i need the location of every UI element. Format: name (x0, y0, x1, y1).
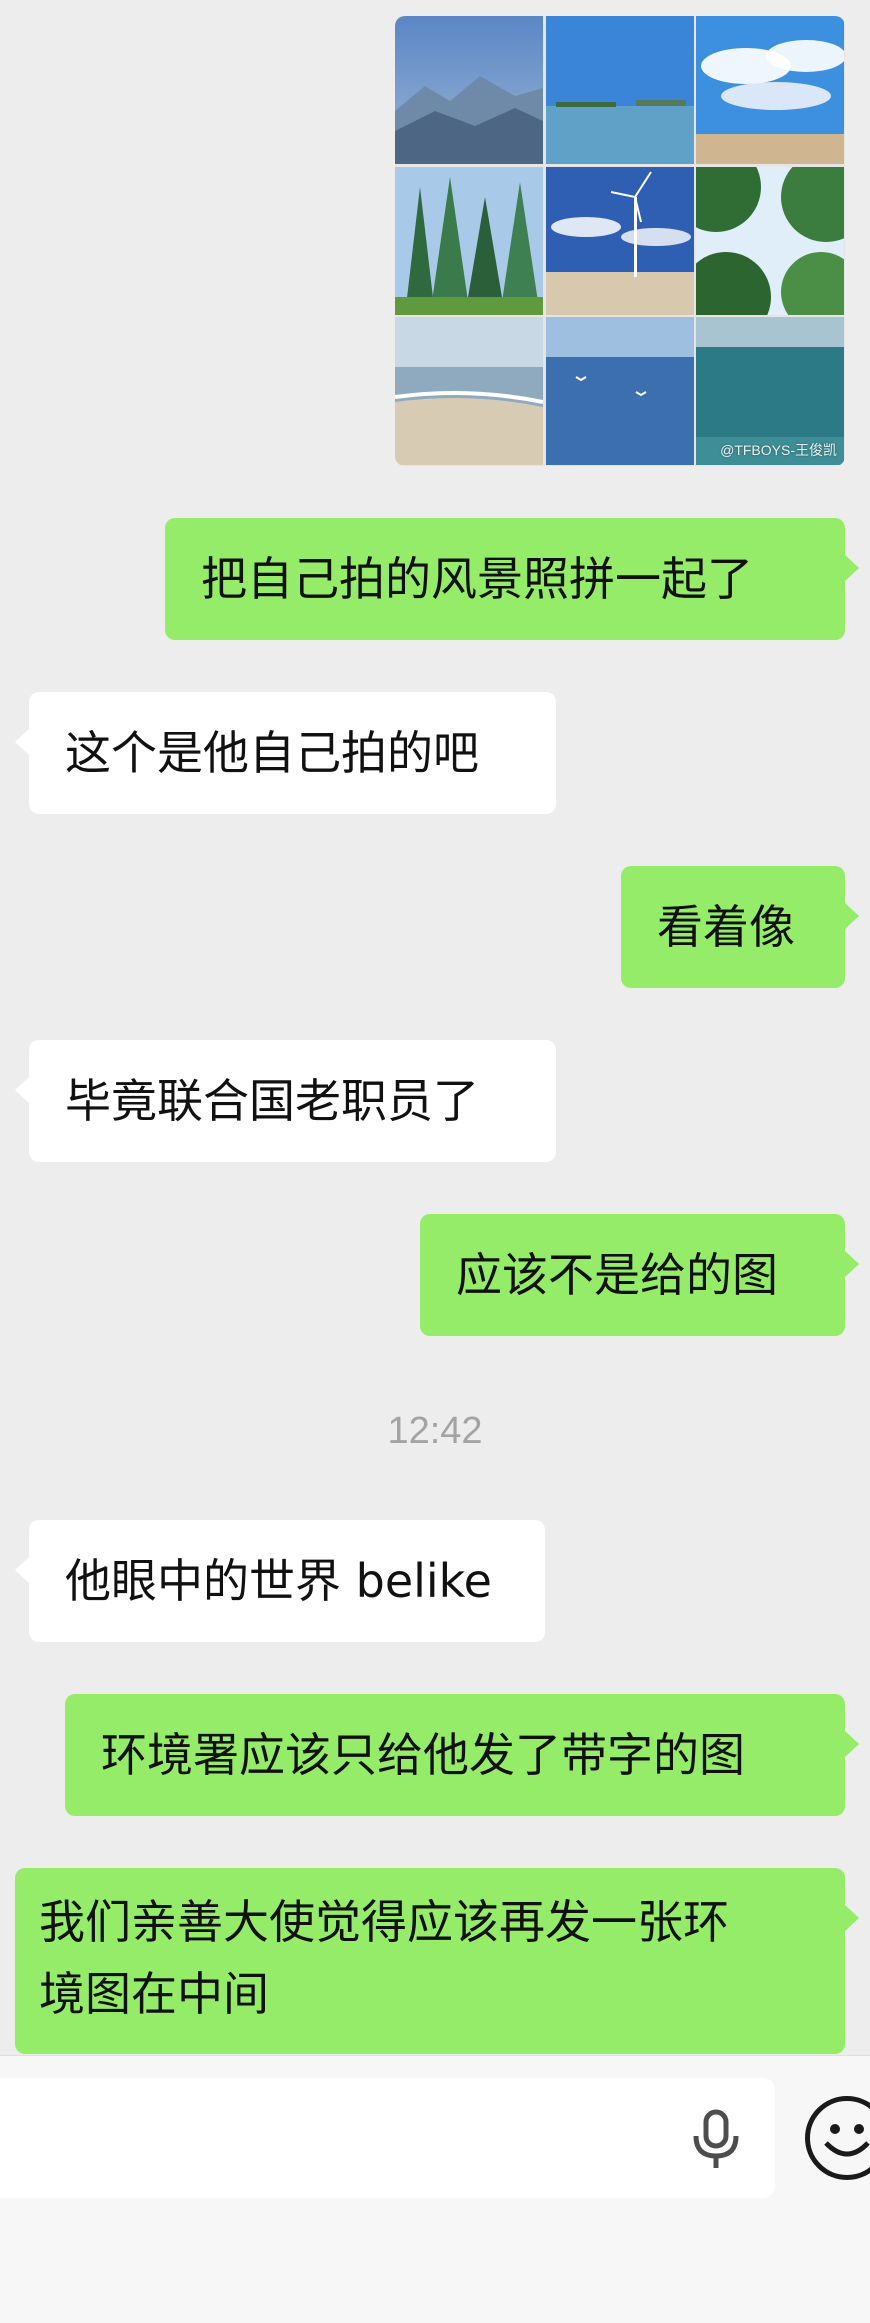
sea-photo-icon (545, 16, 695, 165)
emoji-smile-icon[interactable] (805, 2096, 870, 2180)
message-bubble-incoming[interactable]: 这个是他自己拍的吧 (15, 692, 556, 814)
message-bubble-outgoing[interactable]: 应该不是给的图 (420, 1214, 859, 1336)
ocean-birds-photo-icon (545, 317, 695, 466)
message-timestamp: 12:42 (387, 1410, 483, 1452)
message-text: 看着像 (657, 900, 795, 954)
message-bubble-outgoing[interactable]: 看着像 (621, 866, 859, 988)
message-text: 他眼中的世界 belike (65, 1554, 492, 1608)
message-text: 应该不是给的图 (456, 1248, 778, 1302)
message-text: 把自己拍的风景照拼一起了 (201, 552, 753, 606)
chat-input-bar (0, 2055, 870, 2323)
collage-watermark: @TFBOYS-王俊凯 (720, 442, 837, 458)
message-bubble-outgoing[interactable]: 把自己拍的风景照拼一起了 (165, 518, 859, 640)
message-text: 环境署应该只给他发了带字的图 (101, 1728, 745, 1782)
tree-canopy-photo-icon (696, 166, 845, 316)
mountain-photo-icon (395, 16, 544, 165)
message-bubble-incoming[interactable]: 他眼中的世界 belike (15, 1520, 545, 1642)
chat-message-list[interactable]: @TFBOYS-王俊凯 把自己拍的风景照拼一起了 这个是他自己拍的吧 看着像 毕… (0, 0, 870, 2055)
message-text: 这个是他自己拍的吧 (65, 726, 479, 780)
message-bubble-outgoing[interactable]: 我们亲善大使觉得应该再发一张环 境图在中间 (15, 1868, 859, 2054)
sky-clouds-photo-icon (696, 16, 845, 165)
message-bubble-incoming[interactable]: 毕竟联合国老职员了 (15, 1040, 556, 1162)
beach-seagulls-photo-icon (395, 317, 544, 466)
message-text-line: 我们亲善大使觉得应该再发一张环 (39, 1895, 729, 1949)
message-bubble-outgoing[interactable]: 环境署应该只给他发了带字的图 (65, 1694, 859, 1816)
message-text-line: 境图在中间 (39, 1967, 269, 2021)
forest-photo-icon (395, 166, 544, 316)
landscape-collage-image[interactable]: @TFBOYS-王俊凯 (395, 16, 845, 466)
message-text: 毕竟联合国老职员了 (65, 1074, 479, 1128)
message-input[interactable] (0, 2078, 775, 2198)
wind-turbine-photo-icon (545, 166, 695, 316)
microphone-icon[interactable] (688, 2108, 744, 2172)
